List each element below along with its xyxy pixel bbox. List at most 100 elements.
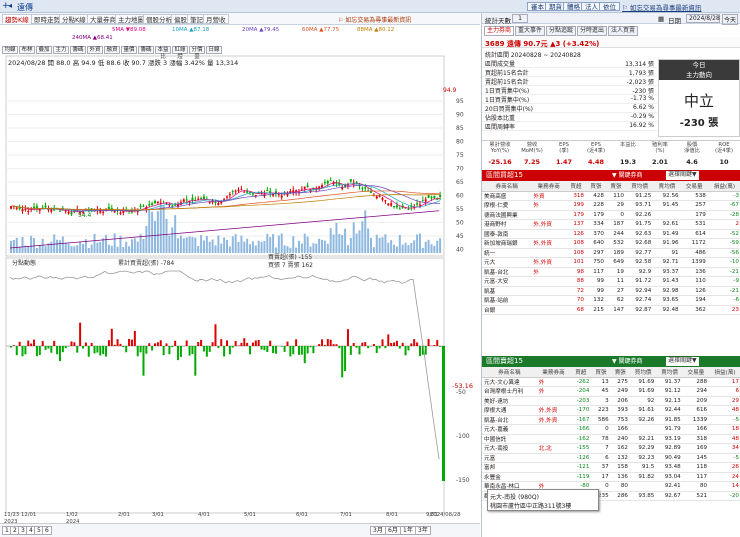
cell: -21 — [707, 286, 740, 296]
calendar-icon[interactable]: ▦ — [658, 15, 664, 23]
table-row[interactable]: 中國信託 -162 78 240 92.21 93.19 318 48 — [482, 434, 740, 444]
netbuy-bar — [418, 346, 421, 357]
broker-name[interactable]: 元大-文心異達 — [482, 377, 537, 387]
table-row[interactable]: 凱基 72 99 27 92.94 92.98 126 -21 — [482, 286, 740, 296]
table-row[interactable]: 美好-遠坊 -203 3 206 92 92.13 209 29 — [482, 396, 740, 406]
stat-row: 賣超前15名合計 -2,023 張 — [482, 77, 657, 86]
volume-bar — [217, 235, 220, 253]
cell: 209 — [682, 396, 710, 406]
table-row[interactable]: 摩根大通 外,外資 -170 223 393 91.61 92.44 616 48 — [482, 405, 740, 416]
table-row[interactable]: 新加坡商瑞銀 外,外資 108 640 532 92.68 91.96 1172 -59 — [482, 238, 740, 249]
broker-name[interactable]: 凱基-台北 — [482, 267, 532, 277]
cell: 92.48 — [653, 305, 681, 315]
cell: -166 — [570, 424, 592, 435]
table-row[interactable]: 德商法國興業 179 179 0 92.26 179 -28 — [482, 210, 740, 220]
broker-name[interactable]: 港商野村 — [482, 219, 532, 230]
table-row[interactable]: 富邦 -121 37 158 91.5 93.48 118 26 — [482, 462, 740, 473]
broker-name[interactable]: 元大-南投 — [482, 443, 537, 454]
period-btn-7[interactable]: 6月 — [385, 526, 401, 535]
table-row[interactable]: 元大-南投 北,北 -155 7 162 92.29 92.89 169 34 — [482, 443, 740, 454]
period-btn-9[interactable]: 3年 — [415, 526, 431, 535]
table-row[interactable]: 國泰-敦南 126 370 244 92.63 91.49 614 -52 — [482, 229, 740, 239]
sell-sort-select[interactable]: 選擇關鍵▼ — [666, 357, 699, 366]
right-tab-0[interactable]: 主力券商 — [484, 26, 515, 36]
table-row[interactable]: 元富-大安 88 99 11 91.72 91.43 110 -9 — [482, 276, 740, 287]
chart-area[interactable]: 均線 布林 疊加 主力 籌碼 外資 融資 量價 籌碼 本益比 紅綠燈 分價量 日線 2024/08/28… — [0, 46, 480, 523]
table-row[interactable]: 美商高盛 外資 318 428 110 91.25 92.56 538 -3 — [482, 191, 740, 201]
table-row[interactable]: 元大-嘉義 -166 0 166 91.79 166 18 — [482, 424, 740, 435]
broker-name[interactable]: 凱基 — [482, 286, 532, 296]
today-button[interactable]: 今天 — [722, 14, 739, 25]
menu-item-4[interactable]: 依位 — [599, 2, 620, 11]
broker-name[interactable]: 凱基-站前 — [482, 295, 532, 306]
period-btn-5[interactable]: 6 — [42, 526, 52, 535]
netbuy-bar — [197, 342, 200, 346]
candle-body — [430, 196, 433, 199]
buy-sort-select[interactable]: 選擇關鍵▼ — [666, 171, 699, 180]
broker-name[interactable]: 統一 — [482, 248, 532, 258]
broker-name[interactable]: 元大-嘉義 — [482, 424, 537, 435]
table-row[interactable]: 元大 外,外資 101 750 649 92.58 92.71 1399 -10 — [482, 257, 740, 268]
candle-body — [378, 195, 381, 197]
back-icon[interactable]: ◂ — [8, 1, 12, 10]
table-row[interactable]: 元大-文心異達外 -262 13 275 91.69 91.37 288 17 — [482, 377, 740, 387]
days-select[interactable]: 1 — [512, 14, 528, 23]
cell: 1339 — [682, 415, 710, 425]
tab-revenue[interactable]: 月營收 — [203, 14, 229, 24]
table-row[interactable]: 台銀 68 215 147 92.87 92.48 362 23 — [482, 305, 740, 315]
table-row[interactable]: 摩根-仁愛外 199 228 29 93.71 91.45 257 -67 — [482, 200, 740, 211]
cell: 1399 — [680, 257, 708, 268]
broker-name[interactable]: 凱基-台北 — [482, 415, 537, 425]
help-link[interactable]: ⚐ 如忘交易為尋事最新資訊 — [622, 2, 701, 12]
sub-select[interactable]: 分點動態 — [12, 259, 36, 267]
broker-name[interactable]: 新加坡商瑞銀 — [482, 238, 532, 249]
buy-section: 區間買超15 ▼ 關鍵券商 選擇關鍵▼ 券商名稱 業務券商 買超 買張 賣張 買均價 賣均價… — [482, 170, 740, 315]
table-row[interactable]: 凱基-台北 外,外資 -167 586 753 92.26 91.85 1339 -5 — [482, 415, 740, 425]
broker-name[interactable]: 摩根-仁愛 — [482, 200, 532, 211]
netbuy-bar — [300, 346, 303, 355]
volume-bar — [346, 245, 349, 253]
period-btn-6[interactable]: 3月 — [370, 526, 386, 535]
broker-name[interactable]: 德商法國興業 — [482, 210, 532, 220]
date-input[interactable]: 2024/8/28 — [686, 14, 720, 23]
netbuy-bar — [263, 346, 266, 351]
period-btn-8[interactable]: 1年 — [400, 526, 416, 535]
cell: -121 — [570, 462, 592, 473]
table-row[interactable]: 凱基-台北外 98 117 19 92.9 93.37 136 -21 — [482, 267, 740, 277]
price-tick: 95 — [456, 98, 464, 105]
right-tab-1[interactable]: 重大事件 — [515, 26, 546, 36]
table-row[interactable]: 台灣摩根士丹利外 -204 45 249 91.69 91.12 294 6 — [482, 386, 740, 397]
tab-minute-k[interactable]: 分點K線 — [59, 14, 89, 24]
broker-name[interactable]: 美好-遠坊 — [482, 396, 537, 406]
broker-name[interactable]: 美商高盛 — [482, 191, 532, 201]
right-tab-4[interactable]: 法人買賣 — [608, 26, 639, 36]
kline-chart-svg[interactable]: 95 90 85 80 75 70 65 60 55 50 45 40 54.4 94.9 分點動態 累計買賣… — [0, 46, 480, 523]
cell: 126 — [680, 286, 708, 296]
broker-name[interactable]: 台銀 — [482, 305, 532, 315]
volume-bar — [156, 211, 159, 253]
broker-name[interactable]: 元大 — [482, 257, 532, 268]
broker-name[interactable]: 台灣摩根士丹利 — [482, 386, 537, 397]
netbuy-bar — [70, 341, 73, 346]
alert-text: ⚐ 如忘交易為尋事最新資訊 — [338, 17, 412, 24]
broker-name[interactable]: 永豐金 — [482, 472, 537, 482]
broker-name[interactable]: 元富-大安 — [482, 276, 532, 287]
today-box: 今日 主力動向 中立 -230 張 — [658, 59, 740, 137]
table-row[interactable]: 永豐金 -119 17 136 91.82 93.04 117 24 — [482, 472, 740, 482]
candle-body — [231, 191, 234, 193]
table-row[interactable]: 凱基-站前 70 132 62 92.74 93.65 194 -6 — [482, 295, 740, 306]
table-row[interactable]: 統一 108 297 189 92.77 91 486 -56 — [482, 248, 740, 258]
broker-name[interactable]: 元富 — [482, 453, 537, 463]
cell — [629, 424, 657, 435]
table-row[interactable]: 港商野村 外,外資 137 334 187 91.75 92.61 531 2 — [482, 219, 740, 230]
broker-name[interactable]: 國泰-敦南 — [482, 229, 532, 239]
broker-name[interactable]: 中國信託 — [482, 434, 537, 444]
netbuy-bar — [217, 346, 220, 349]
tab-kline[interactable]: 趨勢K線 — [2, 14, 32, 24]
netbuy-bar — [240, 342, 243, 346]
right-tab-3[interactable]: 分時進出 — [577, 26, 608, 36]
right-tab-2[interactable]: 分點追蹤 — [546, 26, 577, 36]
table-row[interactable]: 元富 -126 6 132 92.23 90.49 145 -5 — [482, 453, 740, 463]
broker-name[interactable]: 摩根大通 — [482, 405, 537, 416]
broker-name[interactable]: 富邦 — [482, 462, 537, 473]
